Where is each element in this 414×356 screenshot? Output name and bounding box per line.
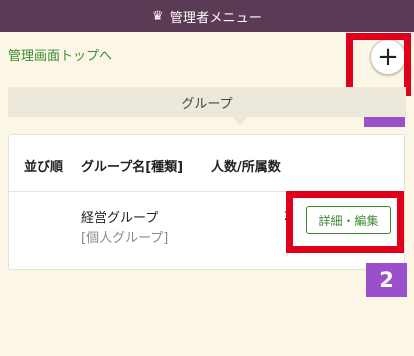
header-bar: ♛ 管理者メニュー: [0, 0, 414, 32]
group-type: [個人グループ]: [81, 231, 169, 246]
group-name: 経営グループ: [81, 211, 159, 226]
column-header-order: 並び順: [24, 160, 64, 175]
column-header-name: グループ名[種類]: [81, 160, 184, 175]
section-header: グループ: [8, 87, 406, 125]
header-title: 管理者メニュー: [169, 10, 263, 26]
highlight-box-2: [286, 191, 404, 253]
section-pointer: [232, 117, 248, 125]
column-header-count: 人数/所属数: [211, 160, 281, 175]
crown-icon: ♛: [151, 8, 164, 24]
annotation-badge-2: 2: [366, 263, 407, 297]
section-title: グループ: [181, 96, 233, 112]
admin-top-link[interactable]: 管理画面トップへ: [8, 45, 112, 64]
